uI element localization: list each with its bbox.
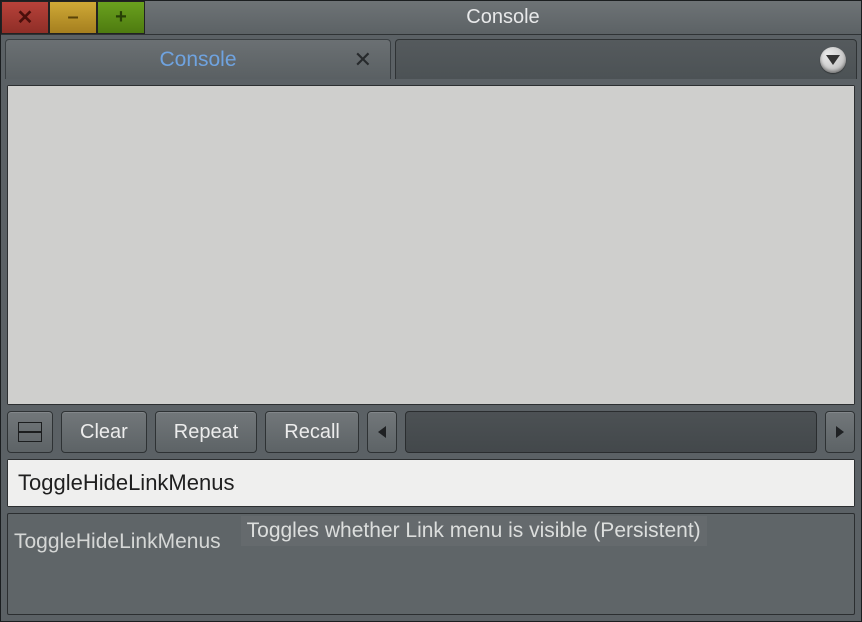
console-output-frame bbox=[7, 85, 855, 405]
titlebar: ✕ – + Console bbox=[1, 1, 861, 35]
triangle-right-icon bbox=[836, 426, 844, 438]
tab-close-icon[interactable]: ✕ bbox=[354, 47, 372, 73]
clear-label: Clear bbox=[80, 421, 128, 444]
suggestion-description: Toggles whether Link menu is visible (Pe… bbox=[241, 516, 707, 546]
history-slider[interactable] bbox=[405, 411, 817, 453]
command-input-frame bbox=[7, 459, 855, 507]
close-icon: ✕ bbox=[17, 5, 34, 30]
console-window: ✕ – + Console Console ✕ bbox=[0, 0, 862, 622]
console-output[interactable] bbox=[8, 86, 854, 404]
history-next-button[interactable] bbox=[825, 411, 855, 453]
maximize-icon: + bbox=[115, 6, 127, 29]
tab-console[interactable]: Console ✕ bbox=[5, 39, 391, 79]
recall-button[interactable]: Recall bbox=[265, 411, 359, 453]
history-prev-button[interactable] bbox=[367, 411, 397, 453]
suggestion-panel: ToggleHideLinkMenus Toggles whether Link… bbox=[7, 513, 855, 615]
window-title: Console bbox=[145, 1, 861, 34]
triangle-left-icon bbox=[378, 426, 386, 438]
command-input[interactable] bbox=[8, 460, 854, 506]
layout-toggle-button[interactable] bbox=[7, 411, 53, 453]
window-maximize-button[interactable]: + bbox=[97, 1, 145, 34]
repeat-button[interactable]: Repeat bbox=[155, 411, 258, 453]
suggestion-name: ToggleHideLinkMenus bbox=[14, 518, 221, 554]
tab-row: Console ✕ bbox=[1, 35, 861, 79]
window-minimize-button[interactable]: – bbox=[49, 1, 97, 34]
window-close-button[interactable]: ✕ bbox=[1, 1, 49, 34]
recall-label: Recall bbox=[284, 421, 340, 444]
console-toolbar: Clear Repeat Recall bbox=[7, 411, 855, 453]
clear-button[interactable]: Clear bbox=[61, 411, 147, 453]
repeat-label: Repeat bbox=[174, 421, 239, 444]
tab-bar-empty bbox=[395, 39, 857, 79]
split-view-icon bbox=[18, 422, 42, 442]
tab-label: Console bbox=[159, 48, 236, 72]
chevron-down-icon bbox=[826, 55, 840, 65]
tab-menu-button[interactable] bbox=[820, 47, 846, 73]
suggestion-row[interactable]: ToggleHideLinkMenus Toggles whether Link… bbox=[8, 514, 854, 558]
minimize-icon: – bbox=[67, 6, 78, 29]
